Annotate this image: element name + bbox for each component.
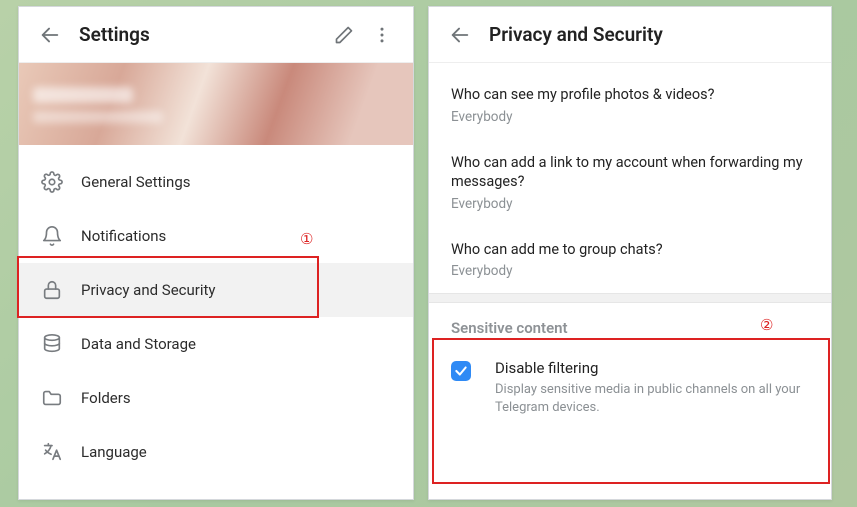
settings-title: Settings <box>79 23 325 46</box>
privacy-header: Privacy and Security <box>429 7 831 63</box>
pencil-icon <box>334 25 354 45</box>
more-button[interactable] <box>363 16 401 54</box>
disable-filtering-checkbox[interactable] <box>451 361 471 381</box>
back-button[interactable] <box>441 16 479 54</box>
privacy-answer: Everybody <box>451 196 809 212</box>
disable-filtering-row[interactable]: Disable filtering Display sensitive medi… <box>429 343 831 432</box>
folder-icon <box>41 387 63 409</box>
menu-item-data-storage[interactable]: Data and Storage <box>19 317 413 371</box>
privacy-question: Who can add a link to my account when fo… <box>451 153 809 192</box>
privacy-question: Who can see my profile photos & videos? <box>451 85 809 105</box>
menu-item-language[interactable]: Language <box>19 425 413 479</box>
menu-item-label: Notifications <box>81 227 166 245</box>
lock-icon <box>41 279 63 301</box>
settings-header: Settings <box>19 7 413 63</box>
settings-panel: Settings General Settings Notifications … <box>18 6 414 500</box>
menu-item-label: General Settings <box>81 173 191 191</box>
settings-menu: General Settings Notifications Privacy a… <box>19 145 413 479</box>
menu-item-label: Folders <box>81 389 131 407</box>
arrow-left-icon <box>39 24 61 46</box>
privacy-list: Who can see my profile photos & videos? … <box>429 63 831 293</box>
profile-name-blur <box>33 87 133 103</box>
privacy-question: Who can add me to group chats? <box>451 240 809 260</box>
privacy-item-groups[interactable]: Who can add me to group chats? Everybody <box>429 226 831 294</box>
privacy-title: Privacy and Security <box>489 23 819 46</box>
menu-item-folders[interactable]: Folders <box>19 371 413 425</box>
gear-icon <box>41 171 63 193</box>
privacy-item-forward-link[interactable]: Who can add a link to my account when fo… <box>429 139 831 226</box>
privacy-item-photos[interactable]: Who can see my profile photos & videos? … <box>429 71 831 139</box>
profile-banner[interactable] <box>19 63 413 145</box>
menu-item-privacy[interactable]: Privacy and Security <box>19 263 413 317</box>
more-vertical-icon <box>372 25 392 45</box>
check-icon <box>454 364 468 378</box>
section-divider <box>429 293 831 303</box>
arrow-left-icon <box>449 24 471 46</box>
annotation-label-1: ① <box>300 230 313 248</box>
edit-button[interactable] <box>325 16 363 54</box>
menu-item-notifications[interactable]: Notifications <box>19 209 413 263</box>
annotation-label-2: ② <box>760 316 773 334</box>
database-icon <box>41 333 63 355</box>
menu-item-label: Data and Storage <box>81 335 196 353</box>
privacy-answer: Everybody <box>451 263 809 279</box>
profile-sub-blur <box>33 111 163 123</box>
language-icon <box>41 441 63 463</box>
menu-item-label: Language <box>81 443 147 461</box>
back-button[interactable] <box>31 16 69 54</box>
menu-item-label: Privacy and Security <box>81 281 216 299</box>
bell-icon <box>41 225 63 247</box>
menu-item-general[interactable]: General Settings <box>19 155 413 209</box>
privacy-answer: Everybody <box>451 109 809 125</box>
privacy-panel: Privacy and Security Who can see my prof… <box>428 6 832 500</box>
disable-filtering-label: Disable filtering <box>495 359 809 377</box>
disable-filtering-sub: Display sensitive media in public channe… <box>495 381 809 416</box>
